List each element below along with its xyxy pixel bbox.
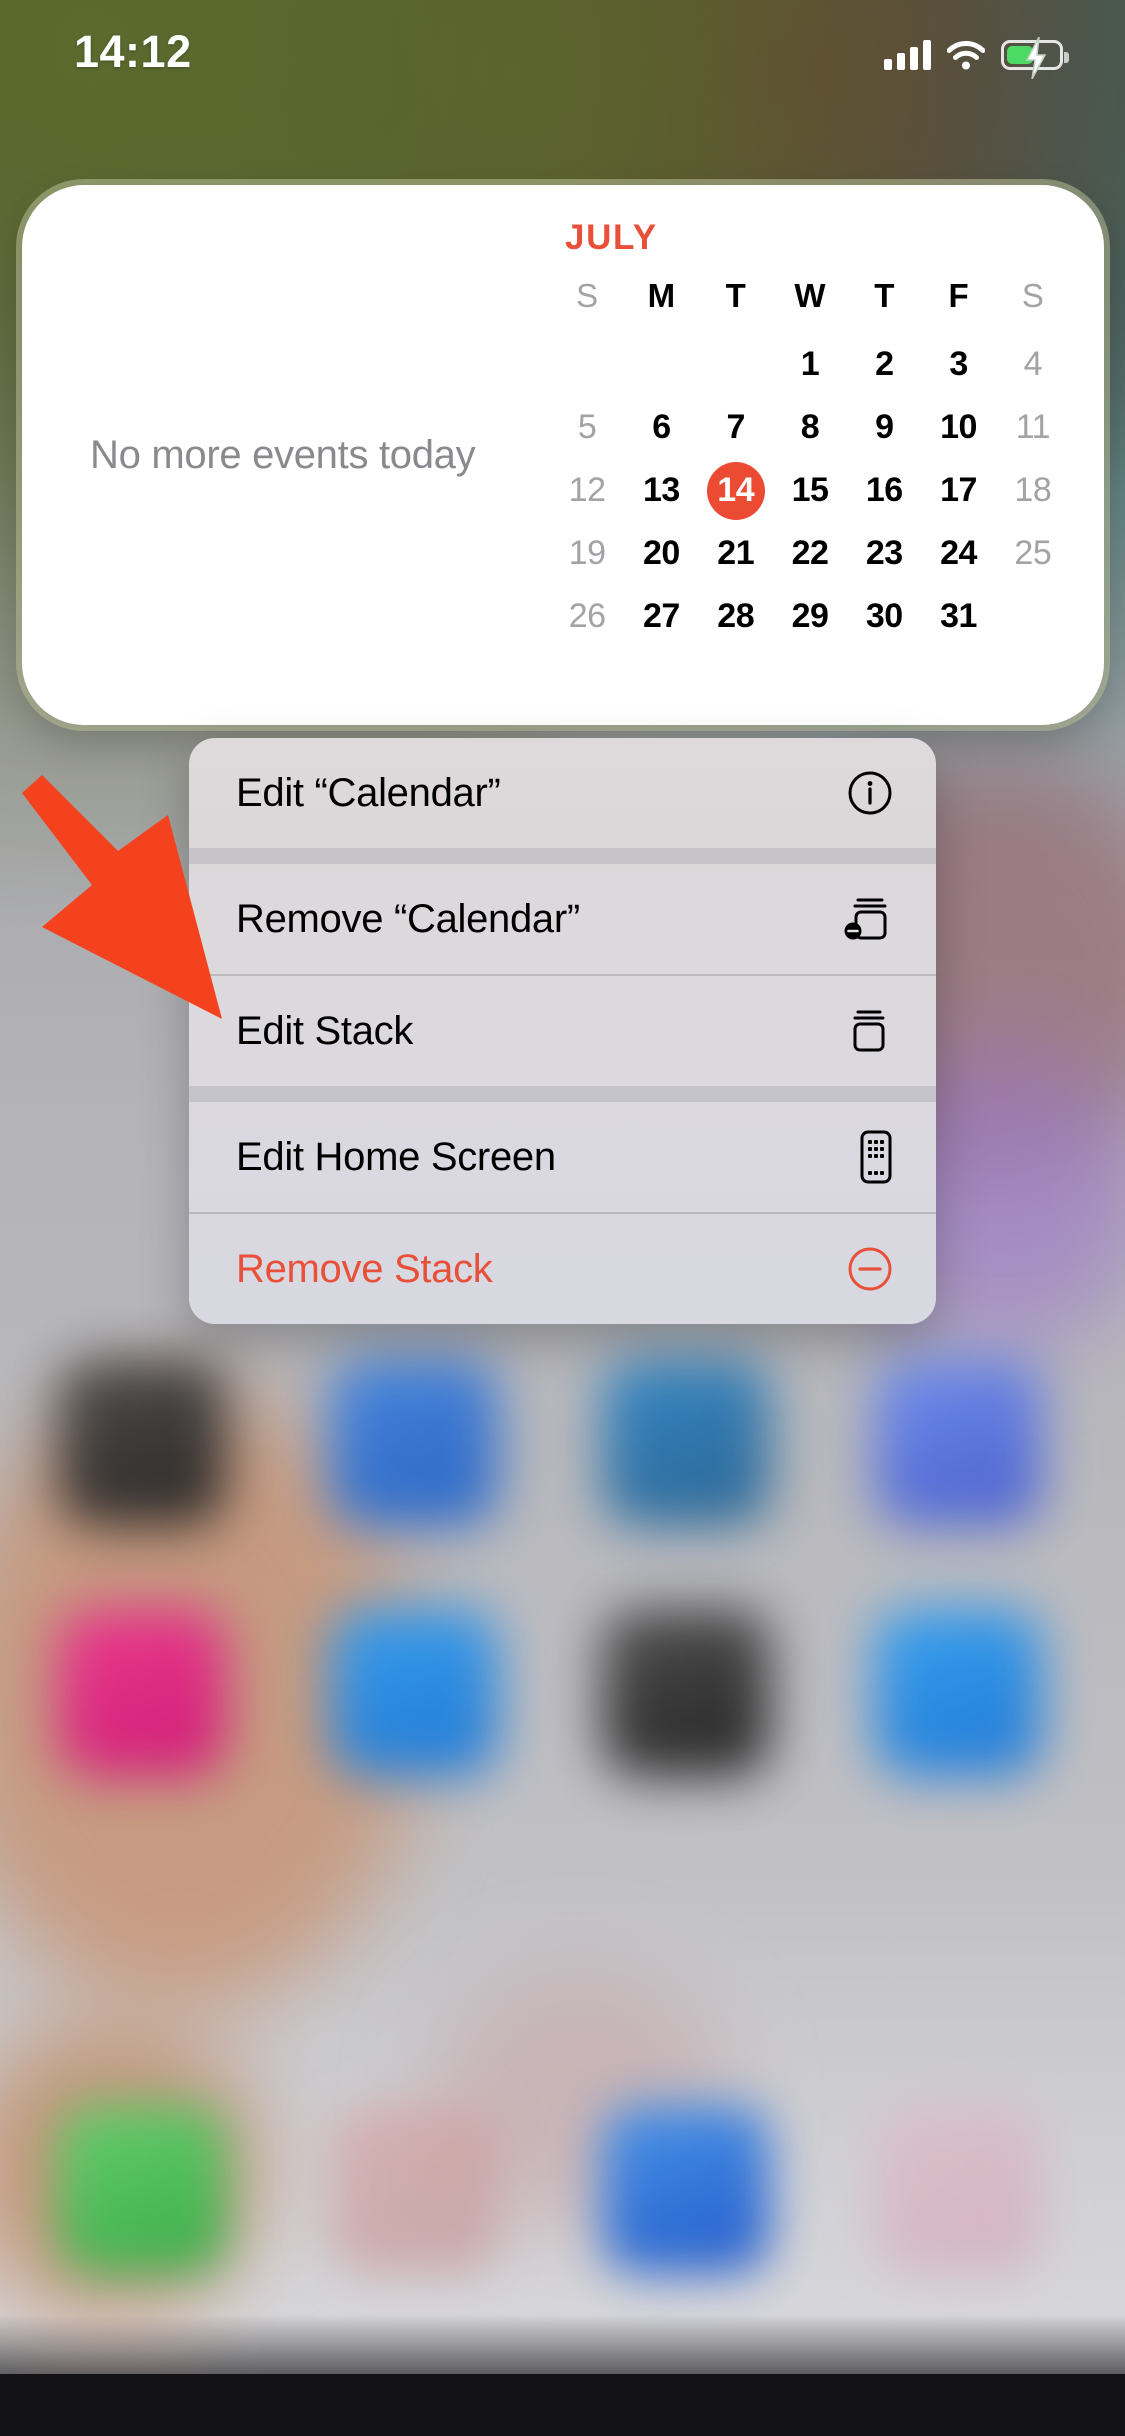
date-cell: 3 (949, 345, 968, 383)
weekday-header: S (576, 277, 599, 314)
menu-item-edit-calendar[interactable]: Edit “Calendar” (189, 738, 936, 848)
date-cell: 7 (726, 408, 745, 446)
date-cell: 5 (577, 408, 597, 446)
cellular-bars-icon (884, 40, 931, 70)
date-cell: 20 (643, 534, 680, 572)
wifi-icon (947, 40, 985, 70)
dock-app-icon[interactable] (874, 2105, 1042, 2273)
remove-from-stack-icon (836, 893, 894, 945)
app-icon[interactable] (330, 1608, 498, 1776)
today-highlight: 14 (706, 461, 765, 520)
date-cell: 25 (1014, 534, 1052, 572)
menu-item-label: Remove “Calendar” (236, 896, 580, 941)
date-cell: 14 (699, 459, 773, 522)
date-cell: 6 (652, 408, 671, 446)
date-cell: 11 (1015, 408, 1051, 446)
date-cell: 27 (643, 597, 680, 635)
date-cell: 23 (865, 534, 903, 572)
app-icon[interactable] (874, 1358, 1042, 1526)
date-cell: 10 (940, 408, 977, 446)
date-cell: 2 (875, 345, 894, 383)
app-icon[interactable] (602, 1608, 770, 1776)
date-cell: 12 (568, 471, 606, 509)
date-cell: 21 (717, 534, 755, 572)
date-cell: 13 (643, 471, 680, 509)
dock-app-icon[interactable] (58, 2105, 226, 2273)
weekday-header: W (794, 277, 826, 314)
weekday-header: F (948, 277, 969, 314)
date-cell: 29 (791, 597, 829, 635)
date-cell: 1 (800, 345, 820, 383)
dock-app-icon[interactable] (602, 2105, 770, 2273)
calendar-widget[interactable]: No more events today JULY SMTWTFS 123456… (22, 185, 1104, 725)
menu-separator (189, 1086, 936, 1102)
date-cell: 19 (568, 534, 606, 572)
weekday-header: T (725, 277, 746, 314)
menu-item-label: Edit Stack (236, 1008, 414, 1053)
weekday-header: M (647, 277, 676, 314)
date-cell: 22 (791, 534, 829, 572)
stack-icon (836, 1006, 894, 1056)
date-cell: 17 (940, 471, 977, 509)
minus-circle-icon (836, 1245, 894, 1293)
date-cell: 15 (791, 471, 829, 509)
date-cell: 4 (1023, 345, 1043, 383)
widget-context-menu[interactable]: Edit “Calendar” Remove “Calendar” Edit S… (189, 738, 936, 1324)
weekday-header: T (874, 277, 895, 314)
info-circle-icon (836, 769, 894, 817)
app-icon[interactable] (874, 1608, 1042, 1776)
date-cell: 8 (800, 408, 820, 446)
status-bar-indicators (884, 37, 1069, 79)
menu-item-edit-home-screen[interactable]: Edit Home Screen (189, 1102, 936, 1212)
menu-item-edit-stack[interactable]: Edit Stack (189, 976, 936, 1086)
battery-charging-icon (1001, 37, 1069, 79)
menu-item-remove-stack[interactable]: Remove Stack (189, 1214, 936, 1324)
menu-item-remove-calendar[interactable]: Remove “Calendar” (189, 864, 936, 974)
no-events-label: No more events today (90, 432, 476, 477)
menu-item-label: Edit “Calendar” (236, 770, 501, 815)
weekday-header: S (1021, 277, 1044, 314)
app-icon[interactable] (602, 1358, 770, 1526)
menu-item-label: Edit Home Screen (236, 1134, 556, 1179)
widget-month-section: JULY SMTWTFS 1 2 3 4 5 6 7 8 9 10 11 12 13 14 15 16 17 18… (550, 185, 1070, 725)
status-bar-clock: 14:12 (74, 26, 192, 77)
bottom-bar (0, 2374, 1125, 2436)
month-label: JULY (565, 218, 658, 257)
date-cell: 26 (568, 597, 606, 635)
date-cell: 18 (1014, 471, 1052, 509)
menu-item-label: Remove Stack (236, 1246, 493, 1291)
date-cell: 30 (865, 597, 903, 635)
date-cell: 31 (940, 597, 977, 635)
app-icon[interactable] (58, 1358, 226, 1526)
status-bar: 14:12 (0, 0, 1125, 132)
iphone-home-screen: 14:12 No more events today JULY S M T W … (0, 0, 1125, 2436)
date-cell: 24 (940, 534, 977, 572)
date-grid: 1 2 3 4 5 6 7 8 9 10 11 12 13 14 15 16 17 18 19 20 21 22 23 24 2… (550, 333, 1070, 648)
home-screen-icon (836, 1130, 894, 1184)
dock-app-icon[interactable] (330, 2105, 498, 2273)
weekday-header-row: SMTWTFS (550, 277, 1070, 315)
date-cell: 9 (875, 408, 894, 446)
date-cell: 16 (865, 471, 903, 509)
app-icon[interactable] (330, 1358, 498, 1526)
widget-events-section: No more events today (22, 185, 562, 725)
date-cell: 28 (717, 597, 755, 635)
app-icon[interactable] (58, 1608, 226, 1776)
menu-separator (189, 848, 936, 864)
